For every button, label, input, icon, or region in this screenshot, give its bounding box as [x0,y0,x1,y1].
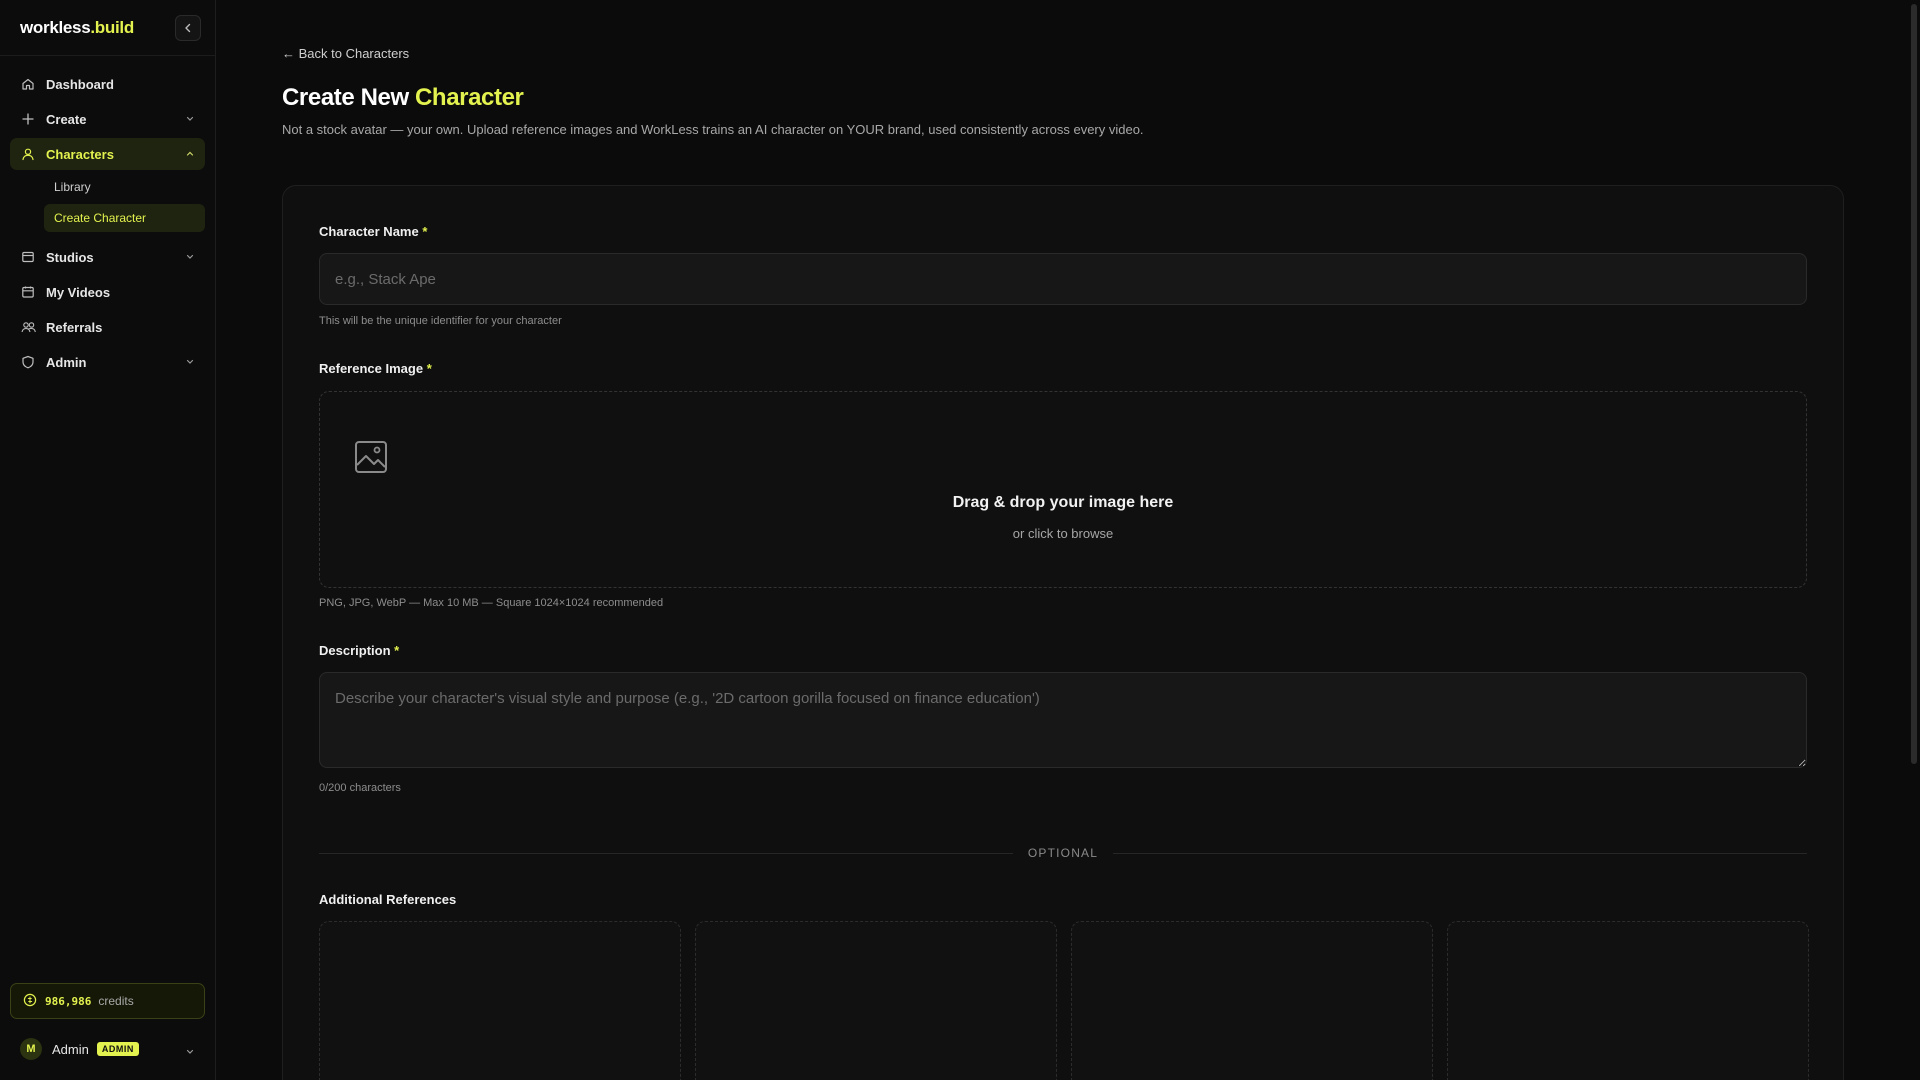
plus-icon [20,111,36,127]
required-mark: * [426,361,432,376]
sidebar-item-dashboard[interactable]: Dashboard [10,68,205,100]
reference-image-dropzone[interactable]: Drag & drop your image here or click to … [319,391,1807,588]
credits-value: 986,986 [45,994,92,1008]
collapse-sidebar-button[interactable] [175,14,201,41]
characters-submenu: Library Create Character [10,173,205,232]
character-name-label: Character Name * [319,224,427,239]
sidebar-item-referrals[interactable]: Referrals [10,311,205,343]
chevron-up-icon [185,147,195,162]
credits-unit: credits [98,994,134,1008]
dropzone-subtitle: or click to browse [1012,526,1114,541]
brand-logo[interactable]: workless.build [20,18,134,38]
description-counter: 0/200 characters [319,782,401,794]
field-label-text: Character Name [319,224,419,239]
brand-name-accent: .build [90,17,134,37]
sidebar-item-label: Referrals [46,319,103,335]
additional-reference-slot[interactable] [319,921,681,1080]
brand-name-main: workless [20,17,91,37]
sidebar-item-characters[interactable]: Characters [10,138,205,170]
chevron-down-icon [185,250,195,265]
required-mark: * [422,224,428,239]
additional-reference-slot[interactable] [1071,921,1433,1080]
page-title: Create New Character [282,84,524,112]
chevron-left-icon [185,23,191,32]
sidebar-subitem-create-character[interactable]: Create Character [44,204,205,232]
sidebar-subitem-label: Library [54,180,91,194]
sidebar: workless.build Dashboard Create Characte… [0,0,216,1080]
user-menu[interactable]: M Admin ADMIN [10,1034,205,1064]
reference-image-help: PNG, JPG, WebP — Max 10 MB — Square 1024… [319,597,664,609]
sidebar-item-admin[interactable]: Admin [10,346,205,378]
brand-row: workless.build [0,0,215,56]
chevron-down-icon [185,112,195,127]
back-to-characters-link[interactable]: ← Back to Characters [282,46,409,61]
studio-icon [20,249,36,265]
description-textarea[interactable] [319,672,1807,768]
field-label-text: Description [319,643,391,658]
user-name: Admin [52,1041,89,1057]
sidebar-subitem-label: Create Character [54,211,147,225]
character-name-help: This will be the unique identifier for y… [319,315,562,327]
sidebar-item-label: My Videos [46,284,111,300]
sidebar-item-label: Studios [46,249,94,265]
home-icon [20,76,36,92]
avatar: M [20,1038,42,1060]
page-title-main: Create New [282,84,415,111]
sidebar-item-label: Create [46,111,87,127]
sidebar-item-studios[interactable]: Studios [10,241,205,273]
chevron-down-icon [185,355,195,370]
sidebar-item-my-videos[interactable]: My Videos [10,276,205,308]
scrollbar-thumb[interactable] [1911,4,1917,764]
additional-reference-slot[interactable] [1447,921,1809,1080]
chevron-down-icon [185,1044,195,1062]
shield-icon [20,354,36,370]
description-label: Description * [319,643,399,658]
credits-badge[interactable]: 986,986 credits [10,983,205,1019]
sidebar-subitem-library[interactable]: Library [44,173,205,201]
optional-divider: OPTIONAL [319,843,1807,863]
field-label-text: Reference Image [319,361,424,376]
required-mark: * [394,643,400,658]
additional-reference-slot[interactable] [695,921,1057,1080]
main-content: ← Back to Characters Create New Characte… [216,0,1920,1080]
dropzone-title: Drag & drop your image here [952,494,1174,511]
additional-references-label: Additional References [319,892,457,907]
app-root: workless.build Dashboard Create Characte… [0,0,1920,1080]
create-character-form: Character Name * This will be the unique… [282,185,1844,1080]
sidebar-item-label: Dashboard [46,76,114,92]
sidebar-item-create[interactable]: Create [10,103,205,135]
sidebar-nav: Dashboard Create Characters Library Crea… [0,56,215,393]
calendar-icon [20,284,36,300]
sidebar-item-label: Characters [46,146,114,162]
reference-image-label: Reference Image * [319,361,432,376]
character-name-input[interactable] [319,253,1807,305]
divider-line [1113,853,1807,854]
page-title-accent: Character [415,84,524,111]
sidebar-item-label: Admin [46,354,87,370]
page-scrollbar[interactable] [1908,0,1920,1080]
users-icon [20,319,36,335]
role-badge: ADMIN [96,1042,139,1056]
user-icon [20,146,36,162]
page-subtitle: Not a stock avatar — your own. Upload re… [282,122,1144,137]
image-icon [354,440,388,479]
coin-icon [23,993,37,1010]
